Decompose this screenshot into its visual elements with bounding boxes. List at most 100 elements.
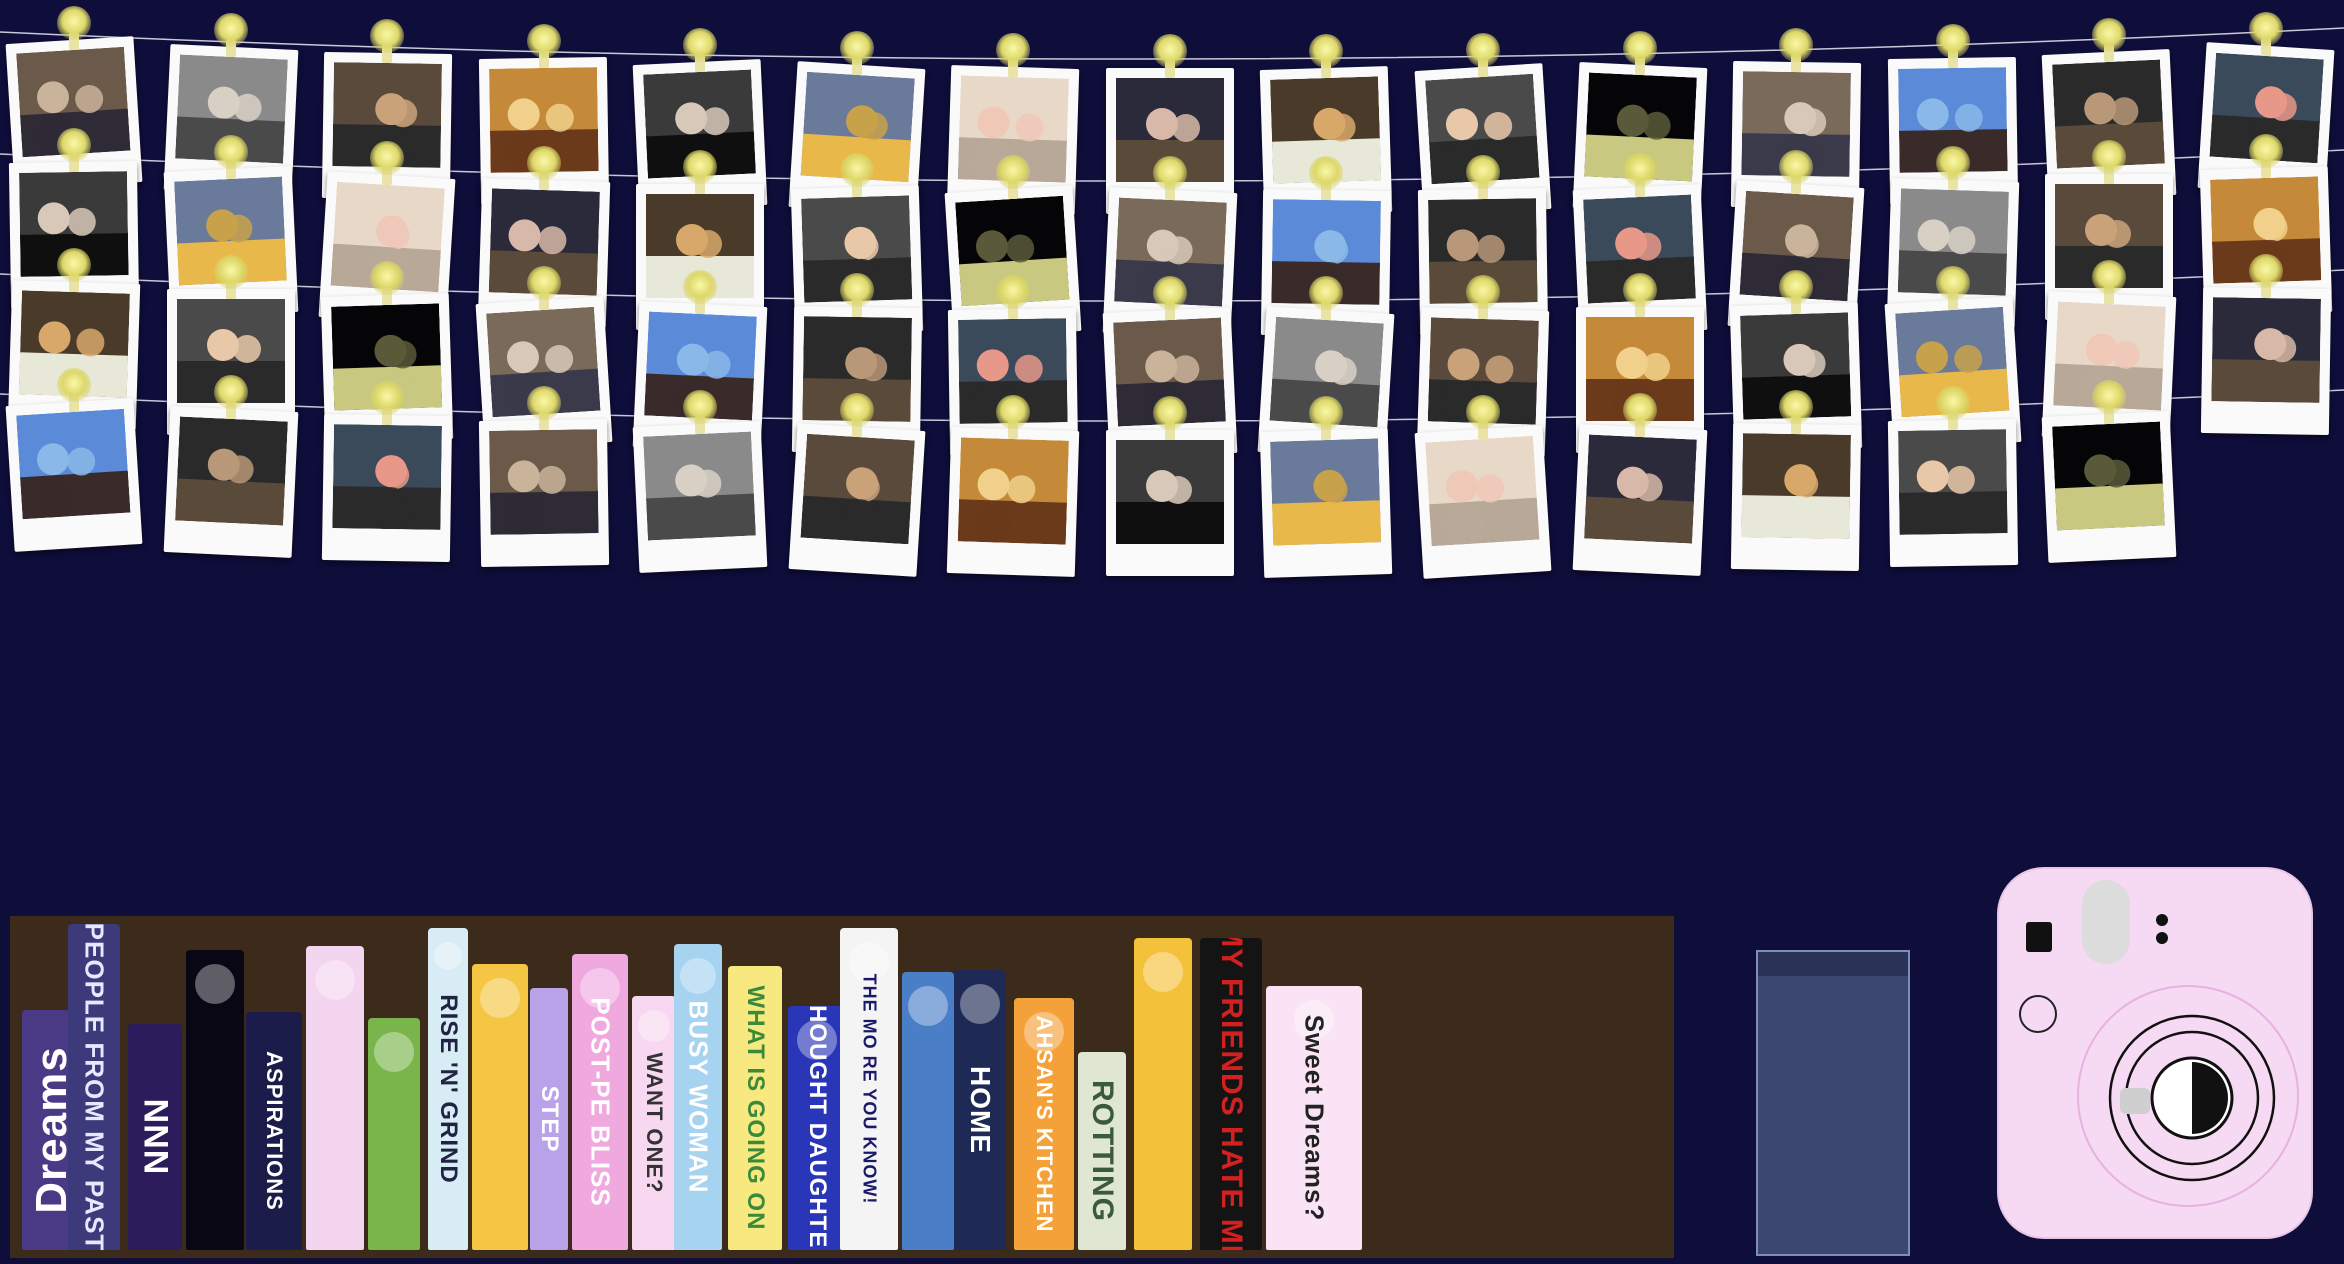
donut-icon [638,1010,670,1042]
fairy-light-icon [526,24,561,59]
book-wantone[interactable]: WANT ONE? [632,996,676,1250]
fairy-light-icon [1152,395,1187,430]
book-title: AHSAN'S KITCHEN [1032,1015,1057,1233]
polaroid-photo[interactable] [1105,429,1234,576]
bookshelf: Dreams PEOPLE FROM MY PAST NNN ASPIRATIONS R… [10,916,1674,1258]
polaroid-photo[interactable] [1414,424,1552,579]
fairy-light-icon [370,19,405,54]
photo-image [643,431,757,541]
polaroid-photo[interactable] [1572,423,1707,576]
book-thought[interactable]: THOUGHT DAUGHTER [788,1006,846,1250]
book-friends[interactable]: MY FRIENDS HATE ME [1200,938,1262,1250]
fairy-light-icon [839,393,874,428]
fairy-light-icon [526,266,561,301]
photo-image [800,433,915,545]
polaroid-photo[interactable] [1260,427,1393,578]
polaroid-photo[interactable] [632,421,768,574]
fairy-light-icon [1466,154,1501,189]
book-grind[interactable]: RISE 'N' GRIND [428,928,468,1250]
book-title: PEOPLE FROM MY PAST [79,924,110,1250]
book-nnn[interactable]: NNN [128,1024,182,1250]
strawberry-icon [434,942,462,970]
fairy-light-icon [1779,149,1814,184]
polaroid-photo[interactable] [1731,422,1862,571]
book-title: BUSY WOMAN [683,1000,714,1194]
fairy-light-icon [1622,152,1657,187]
fairy-light-icon [526,146,561,181]
fairy-light-icon [839,31,874,66]
book-dots[interactable]: THE MO RE YOU KNOW! [840,928,898,1250]
polaroid-photo[interactable] [2041,411,2177,564]
book-whatgoingon[interactable]: WHAT IS GOING ON [728,966,782,1250]
book-space[interactable] [186,950,244,1250]
fairy-light-icon [1935,265,1970,300]
book-title: Sweet Dreams? [1299,1014,1330,1222]
book-rotting[interactable]: ROTTING [1078,1052,1126,1250]
fairy-light-icon [2248,254,2283,289]
book-title: ROTTING [1086,1080,1119,1222]
polaroid-photo[interactable] [2200,287,2331,436]
fairy-light-icon [1152,155,1187,190]
photo-image [488,429,599,536]
book-desk[interactable] [472,964,528,1250]
book-title: ASPIRATIONS [262,1051,287,1211]
polaroid-photo[interactable] [947,427,1080,577]
photo-image [1583,434,1697,544]
fairy-light-icon [2092,18,2127,53]
laptop-girl-icon [680,958,716,994]
empty-glass-icon[interactable] [1756,950,1910,1256]
book-clouds[interactable] [306,946,364,1250]
book-busywoman[interactable]: BUSY WOMAN [674,944,722,1250]
photo-image [174,416,288,526]
fairy-light-icon [1779,27,1814,62]
fairy-light-icon [213,375,248,410]
book-postpe[interactable]: POST-PE BLISS [572,954,628,1250]
book-ahsans[interactable]: AHSAN'S KITCHEN [1014,998,1074,1250]
flash-icon [2026,922,2052,952]
fairy-light-icon [213,13,248,48]
fairy-light-icon [1466,394,1501,429]
polaroid-photo[interactable] [478,419,609,568]
book-toothbrush[interactable] [368,1018,420,1250]
polaroid-photo[interactable] [5,398,143,553]
toothbrush-icon [374,1032,414,1072]
fairy-light-icon [839,153,874,188]
sunset-icon [908,986,948,1026]
fairy-light-icon [2248,134,2283,169]
fairy-light-icon [839,273,874,308]
fairy-light-icon [1779,269,1814,304]
book-home[interactable]: HOME [954,970,1006,1250]
desk-icon [480,978,520,1018]
photo-image [1425,435,1540,547]
book-past[interactable]: PEOPLE FROM MY PAST [68,924,120,1250]
fairy-light-icon [1935,23,1970,58]
fairy-light-icon [1935,385,1970,420]
book-hearts[interactable] [1134,938,1192,1250]
fairy-light-icon [526,386,561,421]
polaroid-photo[interactable] [788,423,926,577]
book-title: STEP [536,1085,563,1153]
polaroid-photo[interactable] [163,406,298,559]
fairy-light-icon [683,28,718,63]
book-title: POST-PE BLISS [585,997,616,1207]
fairy-light-icon [1466,274,1501,309]
book-title: NNN [136,1098,175,1176]
book-aspirations[interactable]: ASPIRATIONS [246,1012,302,1250]
fairy-light-icon [57,6,91,41]
photo-image [958,437,1070,545]
polaroid-photo[interactable] [321,414,453,563]
book-title: MY FRIENDS HATE ME [1215,938,1248,1250]
book-sky[interactable] [902,972,954,1250]
closed-eye-icon [315,960,355,1000]
book-sweet[interactable]: Sweet Dreams? [1266,986,1362,1250]
fairy-light-icon [213,255,248,290]
book-step[interactable]: STEP [530,988,568,1250]
moon-icon [960,984,1000,1024]
polaroid-photo[interactable] [1887,418,2018,567]
instant-camera-icon[interactable] [1996,866,2314,1240]
photo-image [332,424,443,531]
astronaut-icon [195,964,235,1004]
fairy-light-icon [1935,145,1970,180]
fairy-light-icon [1622,30,1657,65]
book-title: WHAT IS GOING ON [742,985,769,1231]
